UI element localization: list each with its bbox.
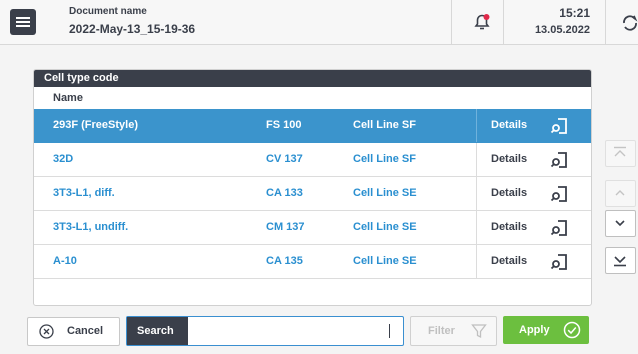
menu-icon-line [16,25,30,27]
search-box[interactable]: Search [126,316,404,346]
text-cursor [389,324,390,338]
row-type: Cell Line SE [353,255,417,267]
row-type: Cell Line SE [353,187,417,199]
details-label: Details [491,221,528,233]
document-name-label: Document name [69,6,147,17]
filter-label: Filter [428,325,455,337]
panel-title: Cell type code [34,70,591,87]
apply-label: Apply [519,324,550,336]
menu-icon-line [16,17,30,19]
header-divider [451,0,452,44]
row-name: 3T3-L1, undiff. [53,221,129,233]
scroll-up-button[interactable] [605,180,636,207]
scroll-to-top-button[interactable] [605,140,636,167]
details-label: Details [491,255,528,267]
notification-bell-icon[interactable] [470,10,494,34]
row-type: Cell Line SF [353,119,416,131]
clock-time: 15:21 [559,6,590,20]
cancel-label: Cancel [67,325,104,337]
scroll-down-button[interactable] [605,210,636,237]
search-input[interactable] [189,318,399,344]
filter-button[interactable]: Filter [410,316,497,346]
header-divider [503,0,504,44]
double-chevron-up-icon [614,146,626,157]
double-chevron-down-icon [614,256,626,267]
header-divider [605,0,606,44]
row-code: CA 133 [266,187,303,199]
row-code: CV 137 [266,153,303,165]
search-detail-icon [550,152,567,168]
row-name: 293F (FreeStyle) [53,119,138,131]
chevron-down-icon [615,220,625,227]
search-detail-icon [550,220,567,236]
document-name-value: 2022-May-13_15-19-36 [69,22,196,36]
table-row[interactable]: 3T3-L1, undiff. CM 137 Cell Line SE Deta… [34,211,591,245]
details-button[interactable]: Details [476,245,581,278]
details-button[interactable]: Details [476,211,581,244]
details-label: Details [491,153,528,165]
table-row[interactable]: 3T3-L1, diff. CA 133 Cell Line SE Detail… [34,177,591,211]
search-detail-icon [550,254,567,270]
row-type: Cell Line SE [353,221,417,233]
clock-date: 13.05.2022 [534,24,590,36]
row-code: FS 100 [266,119,302,131]
top-bar: Document name 2022-May-13_15-19-36 15:21… [0,0,638,45]
sync-icon[interactable] [619,12,638,34]
close-circle-icon [39,324,54,339]
row-type: Cell Line SF [353,153,416,165]
details-label: Details [491,187,528,199]
details-button[interactable]: Details [476,109,581,142]
table-row[interactable]: 293F (FreeStyle) FS 100 Cell Line SF Det… [34,109,591,143]
details-button[interactable]: Details [476,143,581,176]
search-detail-icon [550,186,567,202]
app-window: Document name 2022-May-13_15-19-36 15:21… [0,0,638,354]
apply-button[interactable]: Apply [503,316,589,344]
row-name: 32D [53,153,74,165]
cancel-button[interactable]: Cancel [27,317,120,346]
row-code: CA 135 [266,255,303,267]
cell-type-panel: Cell type code Name 293F (FreeStyle) FS … [33,69,592,306]
row-name: 3T3-L1, diff. [53,187,115,199]
table-row[interactable]: A-10 CA 135 Cell Line SE Details [34,245,591,279]
search-label: Search [127,317,188,345]
scroll-to-bottom-button[interactable] [605,247,636,274]
menu-icon-line [16,21,30,23]
details-label: Details [491,119,528,131]
table-row[interactable]: 32D CV 137 Cell Line SF Details [34,143,591,177]
chevron-up-icon [615,190,625,196]
menu-button[interactable] [10,9,36,35]
column-header-name: Name [53,92,83,104]
search-detail-icon [550,118,567,134]
funnel-icon [471,324,487,339]
row-code: CM 137 [266,221,305,233]
details-button[interactable]: Details [476,177,581,210]
row-name: A-10 [53,255,77,267]
check-circle-icon [563,321,581,339]
